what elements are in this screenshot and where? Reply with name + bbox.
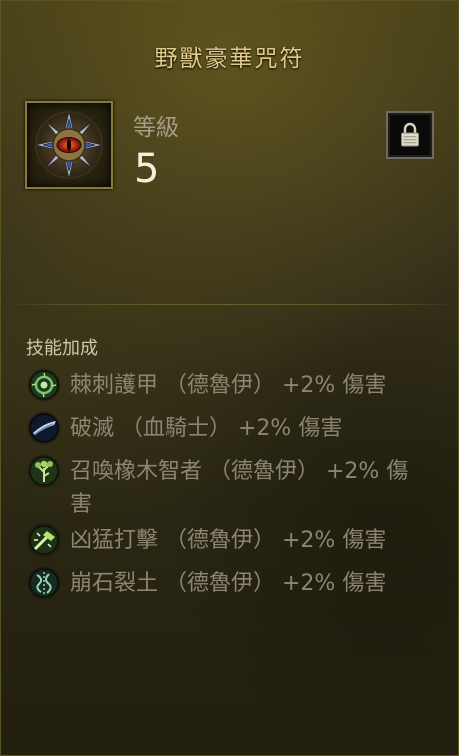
- skill-bonus-item: 凶猛打擊 （德魯伊） +2% 傷害: [25, 524, 425, 564]
- padlock-icon: [401, 122, 419, 147]
- skill-bonus-text: 棘刺護甲 （德魯伊） +2% 傷害: [70, 373, 387, 398]
- skill-bonus-text: 崩石裂土 （德魯伊） +2% 傷害: [70, 571, 387, 596]
- maul-icon: [29, 525, 59, 555]
- skill-bonus-text: 凶猛打擊 （德魯伊） +2% 傷害: [70, 528, 387, 553]
- skill-bonus-list: 棘刺護甲 （德魯伊） +2% 傷害 破滅 （血騎士） +2% 傷害 召喚橡木智者…: [25, 369, 425, 610]
- blade-icon: [29, 413, 59, 443]
- item-icon-frame: [25, 101, 113, 189]
- lock-button[interactable]: [386, 111, 434, 159]
- skill-bonus-item: 破滅 （血騎士） +2% 傷害: [25, 412, 425, 452]
- thorns-icon: [29, 370, 59, 400]
- item-title: 野獸豪華咒符: [154, 46, 305, 72]
- item-tooltip-panel: 野獸豪華咒符 等級 5 技能加成 棘刺護甲 （德魯伊） +2% 傷害 破滅 （血…: [0, 0, 459, 756]
- earth-split-icon: [29, 568, 59, 598]
- gem-eye-icon: [34, 110, 104, 180]
- level-value: 5: [134, 146, 160, 192]
- skill-bonus-text: 破滅 （血騎士） +2% 傷害: [70, 416, 343, 441]
- skill-bonus-heading: 技能加成: [26, 338, 98, 359]
- skill-bonus-item: 崩石裂土 （德魯伊） +2% 傷害: [25, 567, 425, 607]
- oak-sage-icon: [29, 456, 59, 486]
- section-divider: [1, 304, 458, 305]
- level-label: 等級: [133, 115, 179, 141]
- skill-bonus-item: 棘刺護甲 （德魯伊） +2% 傷害: [25, 369, 425, 409]
- skill-bonus-text: 召喚橡木智者 （德魯伊） +2% 傷害: [70, 459, 409, 517]
- skill-bonus-item: 召喚橡木智者 （德魯伊） +2% 傷害: [25, 455, 425, 521]
